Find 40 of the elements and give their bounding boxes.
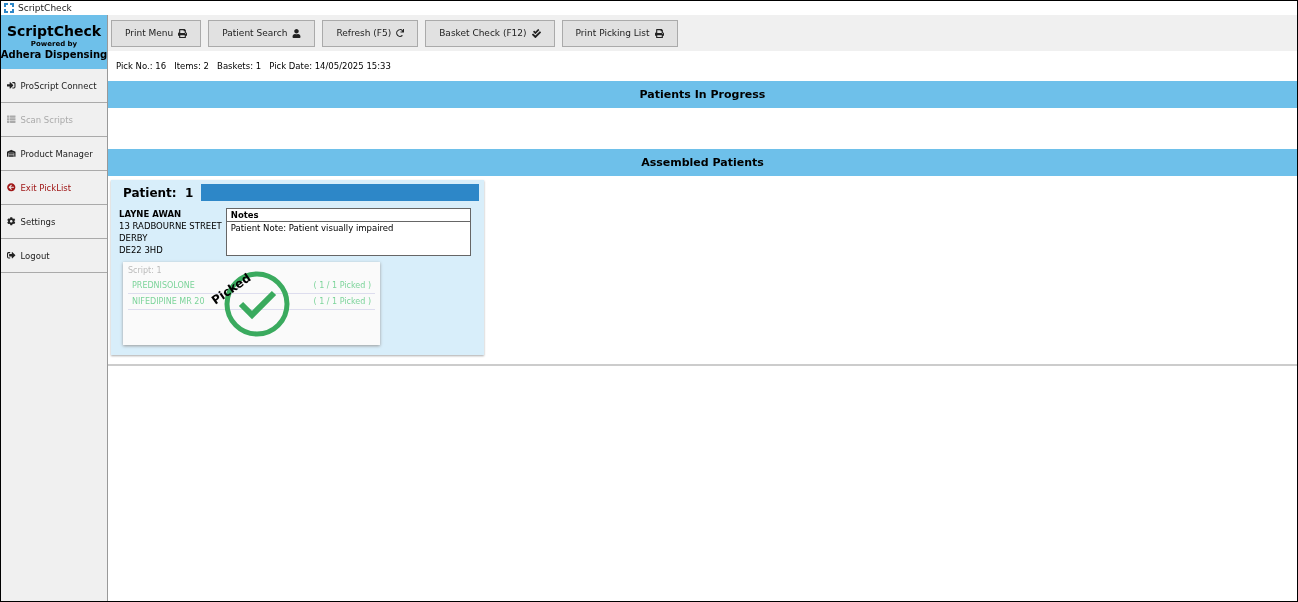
pick-status: ( 1 / 1 Picked ) [313,281,371,290]
pick-info: Pick No.: 16 Items: 2 Baskets: 1 Pick Date: 14/05/2025 15:33 [115,60,392,73]
address-line: 13 RADBOURNE STREET [119,220,222,232]
pick-status: ( 1 / 1 Picked ) [313,297,371,306]
drug-name: NIFEDIPINE MR 20 [132,297,205,306]
toolbar-button[interactable]: Basket Check (F12) [425,19,555,47]
address-line: DERBY [119,232,149,244]
double-check-icon [531,28,541,38]
address-line: DE22 3HD [119,244,164,256]
toolbar-button[interactable]: Refresh (F5) [322,19,419,47]
refresh-icon [396,29,405,37]
toolbar-button[interactable]: Patient Search [208,19,316,47]
toolbar-button[interactable]: Print Menu [111,19,202,47]
sidebar-item[interactable]: Exit PickList [1,171,107,205]
patient-note: Patient Note: Patient visually impaired [229,222,395,234]
sign-in-icon [7,81,16,90]
toolbar-button[interactable]: Print Picking List [561,19,678,47]
section-header: Patients In Progress [108,81,1297,108]
warehouse-icon [7,149,16,158]
patient-heading: Patient: 1 [123,185,194,200]
section-header: Assembled Patients [108,149,1297,176]
sign-out-icon [7,251,16,260]
window-title: ScriptCheck [18,3,72,13]
app-logo-icon [4,3,14,13]
sidebar-item[interactable]: Product Manager [1,137,107,171]
brand-name: ScriptCheck [6,23,102,39]
drug-name: PREDNISOLONE [132,281,195,290]
script-title: Script: 1 [128,266,163,275]
back-arrow-icon [7,183,16,192]
patient-name: LAYNE AWAN [119,208,183,220]
user-icon [292,28,302,38]
sidebar-item[interactable]: ProScript Connect [1,69,107,103]
company-name: Adhera Dispensing [0,48,108,61]
list-icon [7,115,16,124]
printer-icon [654,28,664,38]
notes-title: Notes [226,209,470,222]
sidebar-item[interactable]: Logout [1,239,107,273]
settings-icon [7,217,16,226]
sidebar-item[interactable]: Settings [1,205,107,239]
printer-icon [178,28,188,38]
